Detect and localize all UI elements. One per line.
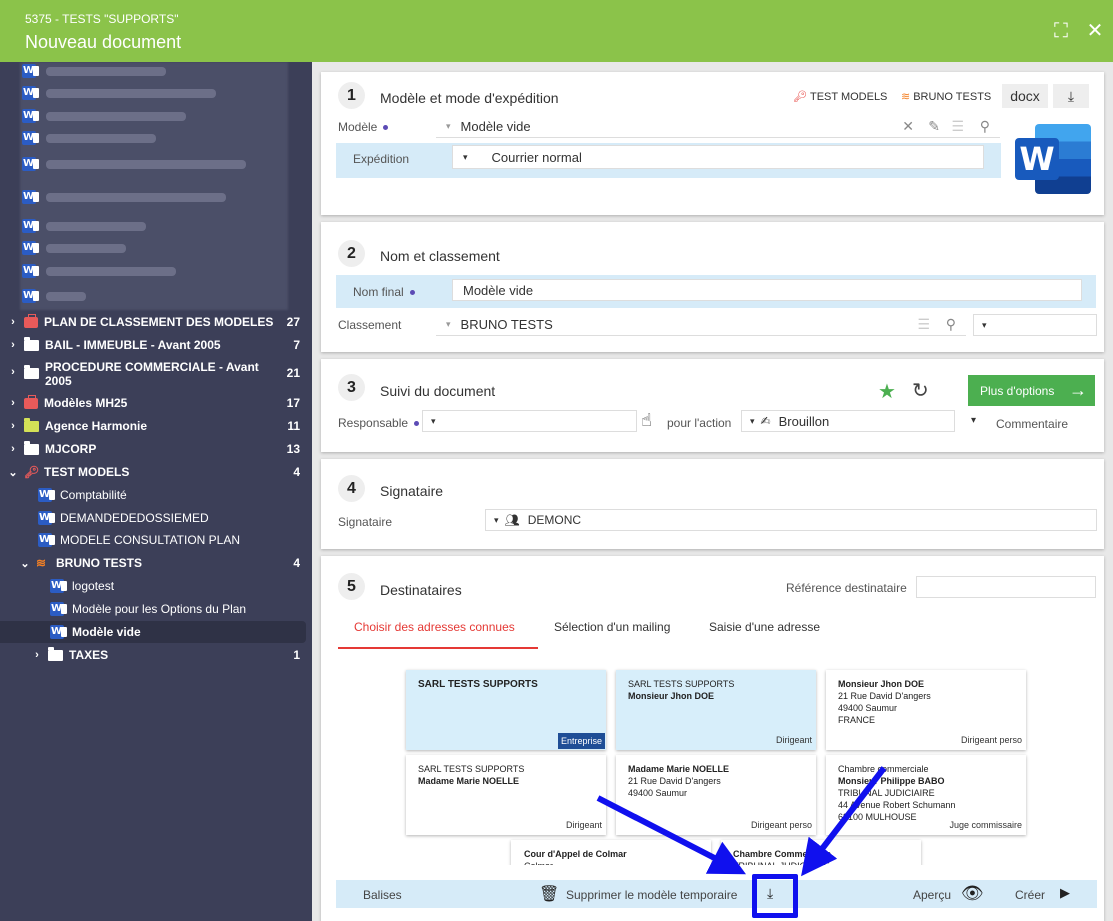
annotation-arrow xyxy=(801,766,887,877)
annotation-arrow xyxy=(596,795,747,875)
annotation-arrows xyxy=(596,766,887,877)
